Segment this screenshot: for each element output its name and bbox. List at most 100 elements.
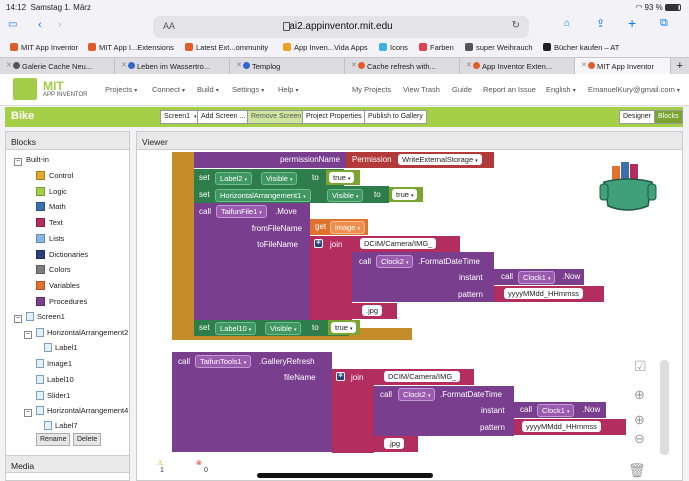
text-value[interactable]: yyyyMMdd_HHmmss [522, 421, 601, 432]
url-bar[interactable]: AA ai2.appinventor.mit.edu ↻ [153, 16, 529, 38]
text-value[interactable]: DCIM/Camera/IMG_ [384, 371, 461, 382]
menu-account[interactable]: EmanuelKury@gmail.com ▾ [588, 85, 680, 94]
text-value[interactable]: DCIM/Camera/IMG_ [360, 238, 437, 249]
app-inventor-logo[interactable]: MIT APP INVENTOR [13, 78, 87, 100]
remove-screen-button[interactable]: Remove Screen [247, 110, 306, 124]
call-now-block[interactable]: call Clock1 ▾ .Now [514, 402, 606, 418]
menu-language[interactable]: English ▾ [546, 85, 576, 94]
logic-true-block[interactable]: true ▾ [326, 170, 360, 185]
call-formatdatetime-block[interactable]: call Clock2 ▾ .FormatDateTime instant pat… [352, 252, 494, 302]
tree-component[interactable]: − HorizontalArrangement2 [24, 328, 128, 342]
tree-component[interactable]: − HorizontalArrangement4 [24, 406, 128, 420]
event-block-body[interactable] [172, 152, 194, 340]
drawer-dictionaries[interactable]: Dictionaries [36, 250, 88, 264]
delete-button[interactable]: Delete [73, 433, 102, 446]
publish-gallery-button[interactable]: Publish to Gallery [364, 110, 427, 124]
collapse-icon[interactable]: − [14, 315, 22, 323]
set-label10-visible-block[interactable]: set Label10 ▾ Visible ▾ to [194, 320, 349, 336]
drawer-variables[interactable]: Variables [36, 281, 80, 295]
call-move-block[interactable]: call TaifunFile1 ▾ .Move fromFileName toF… [194, 203, 310, 320]
collapse-icon[interactable]: − [24, 409, 32, 417]
variable-dropdown[interactable]: image ▾ [330, 221, 365, 234]
permission-dropdown[interactable]: WriteExternalStorage ▾ [398, 154, 482, 165]
browser-tab[interactable]: ✕ Galerie Cache Neu... [0, 58, 115, 74]
project-properties-button[interactable]: Project Properties [302, 110, 366, 124]
text-value[interactable]: yyyyMMdd_HHmmss [504, 288, 583, 299]
sidebar-icon[interactable]: ▭ [8, 19, 17, 30]
errors-indicator[interactable]: ⊗ 0 [196, 459, 208, 474]
component-dropdown[interactable]: Clock1 ▾ [537, 404, 575, 417]
link-view-trash[interactable]: View Trash [403, 85, 440, 94]
component-dropdown[interactable]: Label10 ▾ [215, 322, 257, 335]
browser-tab-active[interactable]: ✕ MIT App Inventor [575, 58, 671, 74]
blocks-button[interactable]: Blocks [654, 110, 683, 124]
designer-button[interactable]: Designer [619, 110, 656, 124]
component-dropdown[interactable]: Clock2 ▾ [398, 388, 436, 401]
add-screen-button[interactable]: Add Screen ... [197, 110, 250, 124]
rename-button[interactable]: Rename [36, 433, 71, 446]
bookmark-6[interactable]: super Weihrauch [465, 43, 533, 52]
call-formatdatetime-block[interactable]: call Clock2 ▾ .FormatDateTime instant pat… [374, 386, 514, 436]
property-dropdown[interactable]: Visible ▾ [265, 322, 302, 335]
join-block[interactable]: ✻ join [310, 236, 352, 320]
tabs-overview-icon[interactable]: ⧉ [660, 17, 668, 30]
property-dropdown[interactable]: Visible ▾ [327, 189, 364, 202]
browser-tab[interactable]: ✕ Templog [230, 58, 345, 74]
drawer-logic[interactable]: Logic [36, 187, 67, 201]
bookmark-1[interactable]: MIT App I...Extensions [88, 43, 174, 52]
bookmark-5[interactable]: Farben [419, 43, 454, 52]
text-string-block[interactable]: .jpg [374, 436, 418, 452]
zoom-out-icon[interactable]: ⊖ [634, 431, 659, 447]
set-label2-visible-block[interactable]: set Label2 ▾ Visible ▾ to [194, 169, 344, 186]
add-tab-icon[interactable]: + [677, 60, 683, 72]
drawer-lists[interactable]: Lists [36, 234, 64, 248]
permission-helper-block[interactable]: Permission WriteExternalStorage ▾ [346, 152, 494, 168]
component-dropdown[interactable]: TaifunFile1 ▾ [216, 205, 267, 218]
tree-component[interactable]: Label1 [44, 343, 78, 357]
menu-build[interactable]: Build ▾ [197, 85, 219, 94]
menu-settings[interactable]: Settings ▾ [232, 85, 264, 94]
text-value[interactable]: .jpg [384, 438, 405, 449]
property-dropdown[interactable]: Visible ▾ [261, 172, 298, 185]
warnings-indicator[interactable]: ⚠ 1 [157, 459, 164, 474]
component-dropdown[interactable]: Clock2 ▾ [376, 255, 414, 268]
text-string-block[interactable]: yyyyMMdd_HHmmss [514, 419, 626, 435]
close-icon[interactable]: ✕ [6, 61, 12, 69]
forward-icon[interactable]: › [58, 19, 62, 31]
menu-connect[interactable]: Connect ▾ [152, 85, 185, 94]
new-tab-icon[interactable]: + [628, 15, 636, 31]
tree-screen1[interactable]: − Screen1 [14, 312, 65, 326]
logic-true-block[interactable]: true ▾ [328, 320, 360, 335]
gear-icon[interactable]: ✻ [314, 239, 323, 248]
text-value[interactable]: .jpg [362, 305, 383, 316]
component-dropdown[interactable]: TaifunTools1 ▾ [195, 355, 252, 368]
zoom-in-icon[interactable]: ⊕ [634, 412, 659, 428]
component-dropdown[interactable]: HorizontalArrangement1 ▾ [215, 189, 311, 202]
text-string-block[interactable]: yyyyMMdd_HHmmss [494, 286, 604, 302]
menu-projects[interactable]: Projects ▾ [105, 85, 137, 94]
back-icon[interactable]: ‹ [38, 19, 42, 31]
tree-component[interactable]: Image1 [36, 359, 72, 373]
drawer-math[interactable]: Math [36, 202, 66, 216]
tree-component[interactable]: Slider1 [36, 391, 70, 405]
close-icon[interactable]: ✕ [351, 61, 357, 69]
ask-permission-block[interactable]: permissionName [194, 152, 348, 168]
close-icon[interactable]: ✕ [121, 61, 127, 69]
call-now-block[interactable]: call Clock1 ▾ .Now [494, 269, 584, 285]
share-icon[interactable]: ⇪ [596, 17, 605, 30]
trash-icon[interactable]: 🗑 [628, 462, 659, 479]
recenter-icon[interactable]: ⊕ [634, 387, 659, 403]
component-dropdown[interactable]: Clock1 ▾ [518, 271, 556, 284]
browser-tab[interactable]: ✕ App Inventor Exten... [460, 58, 575, 74]
text-string-block[interactable]: .jpg [352, 303, 397, 319]
get-variable-block[interactable]: get image ▾ [310, 219, 368, 235]
cleanup-icon[interactable]: ☑ [634, 358, 659, 375]
bookmark-7[interactable]: Bücher kaufen – AT [543, 43, 619, 52]
microphone-icon[interactable]: ⌂ [564, 18, 570, 29]
component-dropdown[interactable]: Label2 ▾ [215, 172, 253, 185]
menu-help[interactable]: Help ▾ [278, 85, 299, 94]
link-guide[interactable]: Guide [452, 85, 472, 94]
gear-icon[interactable]: ✻ [336, 372, 345, 381]
text-string-block[interactable]: DCIM/Camera/IMG_ [374, 369, 474, 385]
close-icon[interactable]: ✕ [466, 61, 472, 69]
